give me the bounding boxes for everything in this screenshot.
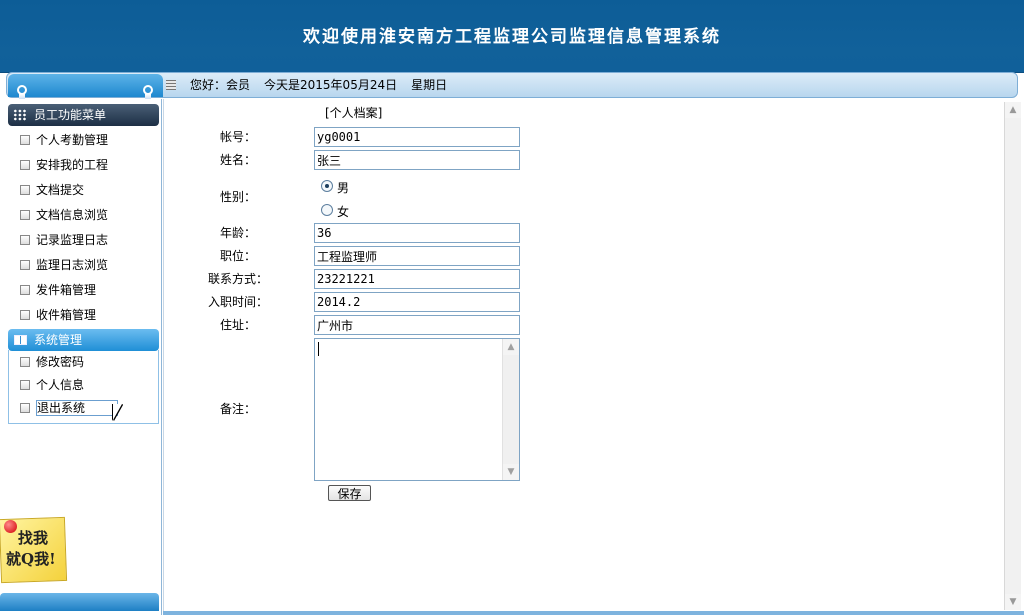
menu-header-employee[interactable]: 员工功能菜单 bbox=[8, 104, 159, 126]
top-strip-left-tab bbox=[8, 74, 163, 97]
age-label: 年龄： bbox=[220, 226, 257, 240]
item-bullet-icon bbox=[20, 210, 30, 220]
book-icon bbox=[14, 335, 27, 345]
menu-header-employee-label: 员工功能菜单 bbox=[34, 108, 107, 122]
sidebar-item-log-browse[interactable]: 监理日志浏览 bbox=[20, 256, 108, 274]
save-button[interactable]: 保存 bbox=[328, 485, 371, 501]
sidebar-item-my-projects[interactable]: 安排我的工程 bbox=[20, 156, 108, 174]
qq-badge-line1: 找我 bbox=[18, 529, 49, 547]
sidebar-footer-bar bbox=[0, 593, 159, 611]
main-content bbox=[163, 99, 1004, 611]
sidebar-item-personal-info[interactable]: 个人信息 bbox=[20, 376, 84, 394]
sidebar-item-attendance[interactable]: 个人考勤管理 bbox=[20, 131, 108, 149]
sidebar-item-log-record[interactable]: 记录监理日志 bbox=[20, 231, 108, 249]
address-field[interactable] bbox=[314, 315, 520, 335]
hire-date-label: 入职时间： bbox=[208, 295, 269, 309]
sidebar-item-outbox[interactable]: 发件箱管理 bbox=[20, 281, 96, 299]
mouse-cursor-icon bbox=[113, 404, 122, 420]
sidebar-item-inbox[interactable]: 收件箱管理 bbox=[20, 306, 96, 324]
sidebar-item-change-password[interactable]: 修改密码 bbox=[20, 353, 84, 371]
weekday-text: 星期日 bbox=[411, 78, 448, 92]
text-caret bbox=[318, 342, 319, 356]
pin-icon bbox=[4, 520, 17, 533]
sidebar-item-doc-browse[interactable]: 文档信息浏览 bbox=[20, 206, 108, 224]
contact-label: 联系方式： bbox=[208, 272, 269, 286]
scroll-up-icon[interactable]: ▲ bbox=[1005, 102, 1021, 118]
account-field[interactable] bbox=[314, 127, 520, 147]
item-bullet-icon bbox=[20, 260, 30, 270]
bottom-strip bbox=[163, 611, 1024, 615]
item-bullet-icon bbox=[20, 380, 30, 390]
item-bullet-icon bbox=[20, 310, 30, 320]
item-bullet-icon bbox=[20, 285, 30, 295]
item-bullet-icon bbox=[20, 357, 30, 367]
account-label: 帐号： bbox=[220, 130, 257, 144]
item-bullet-icon bbox=[20, 235, 30, 245]
item-bullet-icon bbox=[20, 403, 30, 413]
app-title: 欢迎使用淮安南方工程监理公司监理信息管理系统 bbox=[303, 27, 721, 47]
notes-scroll-up-icon[interactable]: ▲ bbox=[503, 339, 519, 355]
name-label: 姓名： bbox=[220, 153, 257, 167]
item-bullet-icon bbox=[20, 160, 30, 170]
gender-option-female-label: 女 bbox=[337, 205, 350, 219]
qq-badge-line2: 就Q我! bbox=[6, 550, 56, 568]
item-bullet-icon bbox=[20, 135, 30, 145]
grid-icon bbox=[13, 109, 27, 121]
app-window: 欢迎使用淮安南方工程监理公司监理信息管理系统 您好：会员 今天是2015年05月2… bbox=[0, 0, 1024, 615]
position-label: 职位： bbox=[220, 249, 257, 263]
menu-header-system[interactable]: 系统管理 bbox=[8, 329, 159, 351]
notes-textarea[interactable] bbox=[314, 338, 520, 481]
menu-header-system-label: 系统管理 bbox=[34, 333, 83, 347]
gender-label: 性别： bbox=[220, 190, 257, 204]
age-field[interactable] bbox=[314, 223, 520, 243]
header-banner: 欢迎使用淮安南方工程监理公司监理信息管理系统 bbox=[0, 0, 1024, 73]
greeting-text: 您好：会员 bbox=[190, 78, 251, 92]
gender-option-male-label: 男 bbox=[337, 181, 350, 195]
sidebar-item-doc-submit[interactable]: 文档提交 bbox=[20, 181, 84, 199]
name-field[interactable] bbox=[314, 150, 520, 170]
sidebar-item-logout[interactable]: 退出系统 bbox=[20, 399, 119, 417]
notes-label: 备注： bbox=[220, 402, 257, 416]
greeting-icon bbox=[166, 80, 176, 90]
greeting-bar: 您好：会员 今天是2015年05月24日 星期日 bbox=[166, 76, 461, 94]
page-scrollbar[interactable]: ▲ ▼ bbox=[1004, 102, 1021, 610]
date-text: 今天是2015年05月24日 bbox=[264, 78, 398, 92]
item-bullet-icon bbox=[20, 185, 30, 195]
hire-date-field[interactable] bbox=[314, 292, 520, 312]
gender-radio-male[interactable] bbox=[321, 180, 333, 192]
contact-field[interactable] bbox=[314, 269, 520, 289]
scroll-down-icon[interactable]: ▼ bbox=[1005, 594, 1021, 610]
section-title: [个人档案] bbox=[325, 106, 383, 120]
address-label: 住址： bbox=[220, 318, 257, 332]
notes-scroll-down-icon[interactable]: ▼ bbox=[503, 464, 519, 480]
gender-radio-female[interactable] bbox=[321, 204, 333, 216]
notes-scrollbar[interactable]: ▲ ▼ bbox=[502, 339, 519, 480]
position-field[interactable] bbox=[314, 246, 520, 266]
